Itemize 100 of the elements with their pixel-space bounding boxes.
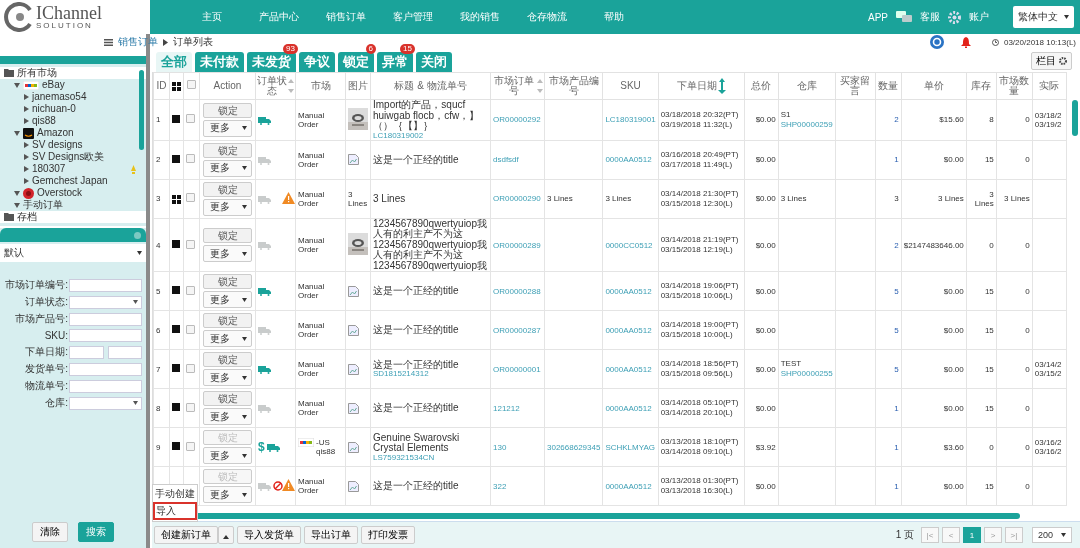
caret-button[interactable] bbox=[218, 526, 234, 544]
language-select[interactable]: 繁体中文 bbox=[1013, 6, 1074, 28]
toolbar-button[interactable]: 导入发货单 bbox=[237, 526, 301, 544]
checkbox[interactable] bbox=[186, 193, 195, 203]
menu-icon[interactable] bbox=[104, 38, 113, 46]
tree-item[interactable]: 180307 bbox=[32, 163, 66, 175]
toolbar-button[interactable]: 打印发票 bbox=[361, 526, 415, 544]
lock-button[interactable]: 锁定 bbox=[203, 274, 252, 290]
tree-item[interactable]: Amazon bbox=[37, 127, 74, 139]
tree-item[interactable]: eBay bbox=[42, 79, 65, 91]
tracking-link[interactable]: SD1815214312 bbox=[373, 370, 488, 379]
tracking-link[interactable]: LS759321534CN bbox=[373, 453, 488, 463]
preset-select[interactable]: 默认 bbox=[0, 244, 146, 262]
collapsed-caret-icon[interactable] bbox=[24, 154, 29, 160]
settings-icon[interactable] bbox=[133, 230, 142, 240]
input-field[interactable] bbox=[69, 278, 142, 292]
lock-button[interactable]: 锁定 bbox=[203, 102, 252, 118]
select-field[interactable] bbox=[69, 295, 142, 309]
expanded-caret-icon[interactable] bbox=[14, 82, 20, 88]
collapsed-caret-icon[interactable] bbox=[24, 166, 29, 172]
date-field[interactable] bbox=[69, 345, 104, 359]
input-field[interactable] bbox=[69, 362, 142, 376]
page-size-select[interactable]: 200 bbox=[1031, 527, 1072, 543]
tree-item[interactable]: SV designs bbox=[32, 139, 83, 151]
scrollbar[interactable] bbox=[139, 70, 144, 150]
tree-item[interactable]: janemaso54 bbox=[32, 91, 87, 103]
table-cell: 0 bbox=[1025, 115, 1030, 125]
more-dropdown-button[interactable]: 更多 bbox=[203, 330, 252, 348]
checkbox[interactable] bbox=[186, 441, 195, 451]
expanded-caret-icon[interactable] bbox=[14, 130, 20, 136]
more-dropdown-button[interactable]: 更多 bbox=[203, 245, 252, 263]
tree-item[interactable]: 存档 bbox=[17, 211, 37, 223]
more-dropdown-button[interactable]: 更多 bbox=[203, 486, 252, 504]
lock-button[interactable]: 锁定 bbox=[203, 228, 252, 244]
tree-item[interactable]: SV Designs欧美 bbox=[32, 151, 105, 163]
checkbox[interactable] bbox=[187, 80, 196, 90]
more-dropdown-button[interactable]: 更多 bbox=[203, 447, 252, 465]
input-field[interactable] bbox=[69, 312, 142, 326]
order-number-link[interactable]: OR00000289 bbox=[493, 240, 541, 250]
chat-icon[interactable] bbox=[896, 11, 912, 23]
sort-descending-icon[interactable] bbox=[717, 78, 726, 94]
expanded-caret-icon[interactable] bbox=[14, 202, 20, 208]
lock-button[interactable]: 锁定 bbox=[203, 352, 252, 368]
tree-item[interactable]: 手动订单 bbox=[23, 199, 63, 211]
lock-button[interactable]: 锁定 bbox=[203, 142, 252, 158]
checkbox[interactable] bbox=[186, 239, 195, 249]
checkbox[interactable] bbox=[186, 402, 195, 412]
date-field[interactable] bbox=[107, 345, 142, 359]
create-order-button[interactable]: 创建新订单 bbox=[154, 526, 218, 544]
lock-button[interactable]: 锁定 bbox=[203, 313, 252, 329]
tree-item[interactable]: Gemchest Japan bbox=[32, 175, 108, 187]
select-field[interactable] bbox=[69, 396, 142, 410]
expanded-caret-icon[interactable] bbox=[14, 190, 20, 196]
columns-button[interactable]: 栏目 bbox=[1031, 52, 1072, 70]
more-dropdown-button[interactable]: 更多 bbox=[203, 408, 252, 426]
checkbox[interactable] bbox=[186, 154, 195, 164]
scrollbar[interactable] bbox=[1072, 100, 1078, 136]
more-dropdown-button[interactable]: 更多 bbox=[203, 291, 252, 309]
clear-button[interactable]: 清除 bbox=[32, 522, 68, 542]
checkbox[interactable] bbox=[186, 285, 195, 295]
tree-item[interactable]: nichuan-0 bbox=[32, 103, 76, 115]
lock-button[interactable]: 锁定 bbox=[203, 181, 252, 197]
input-field[interactable] bbox=[69, 329, 142, 342]
settings-icon[interactable] bbox=[948, 10, 961, 24]
toolbar-button[interactable]: 导出订单 bbox=[304, 526, 358, 544]
checkbox[interactable] bbox=[186, 363, 195, 373]
grid-icon[interactable] bbox=[172, 81, 181, 91]
tree-item[interactable]: qis88 bbox=[32, 115, 56, 127]
product-title: Import的产品，squcf huiwgab flocb，cfw，】（）｛【】｝ bbox=[373, 100, 481, 131]
table-cell: 7 bbox=[156, 364, 161, 374]
input-field[interactable] bbox=[69, 379, 142, 393]
order-number-link[interactable]: 322 bbox=[493, 481, 507, 491]
lock-button[interactable]: 锁定 bbox=[203, 391, 252, 407]
shipment-link[interactable]: SHP00000259 bbox=[780, 119, 833, 131]
sort-icon[interactable] bbox=[537, 79, 543, 93]
collapsed-caret-icon[interactable] bbox=[24, 178, 29, 184]
menu-item[interactable]: 导入 bbox=[153, 502, 197, 520]
sku-link[interactable]: 0000CC0512 bbox=[605, 240, 653, 250]
more-dropdown-button[interactable]: 更多 bbox=[203, 369, 252, 387]
market-name: Manual Order bbox=[298, 321, 326, 340]
sync-icon[interactable] bbox=[929, 35, 944, 49]
more-dropdown-button[interactable]: 更多 bbox=[203, 119, 252, 137]
collapsed-caret-icon[interactable] bbox=[24, 142, 29, 148]
collapsed-caret-icon[interactable] bbox=[24, 106, 29, 112]
bell-icon[interactable] bbox=[960, 36, 971, 48]
sort-icon[interactable] bbox=[288, 79, 294, 93]
breadcrumb-link[interactable]: 销售订单 bbox=[118, 35, 158, 49]
order-number-link[interactable]: 121212 bbox=[493, 403, 520, 413]
order-number-link[interactable]: dsdfsdf bbox=[493, 155, 519, 165]
checkbox[interactable] bbox=[186, 114, 195, 124]
shipment-link[interactable]: SHP00000255 bbox=[780, 369, 833, 380]
more-dropdown-button[interactable]: 更多 bbox=[203, 159, 252, 177]
tracking-link[interactable]: LC180319002 bbox=[373, 131, 488, 140]
menu-item[interactable]: 手动创建 bbox=[153, 486, 197, 502]
order-number-link[interactable]: 130 bbox=[493, 442, 507, 452]
collapsed-caret-icon[interactable] bbox=[24, 94, 29, 100]
more-dropdown-button[interactable]: 更多 bbox=[203, 198, 252, 216]
tree-item[interactable]: Overstock bbox=[37, 187, 82, 199]
collapsed-caret-icon[interactable] bbox=[24, 118, 29, 124]
checkbox[interactable] bbox=[186, 324, 195, 334]
